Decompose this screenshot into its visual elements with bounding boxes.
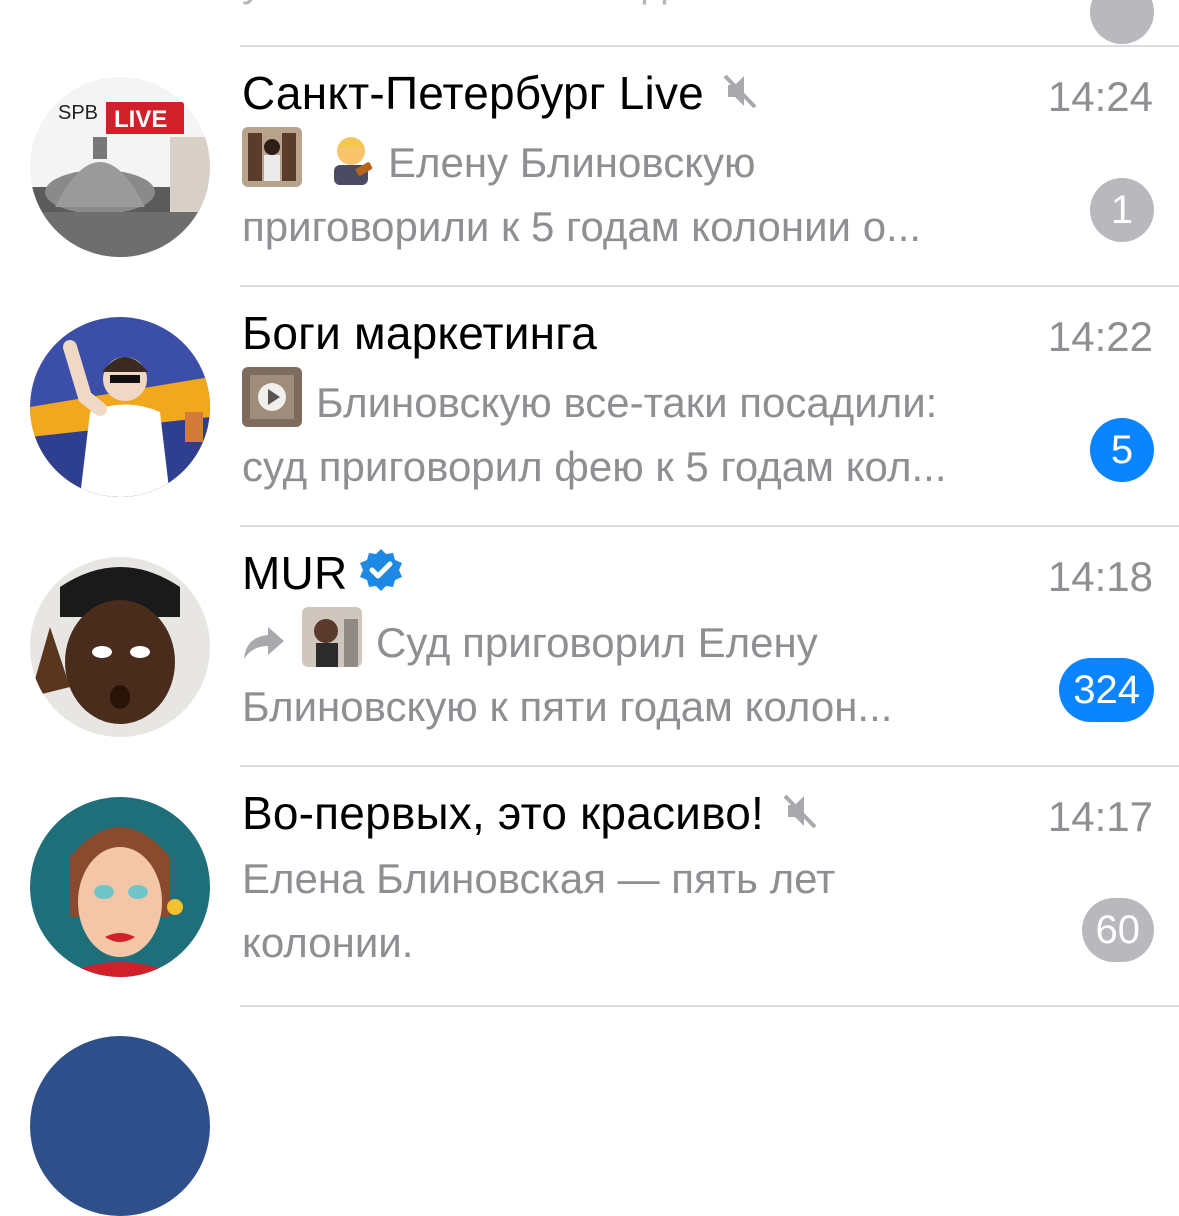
mute-icon <box>782 791 818 836</box>
media-thumbnail-icon <box>242 127 302 187</box>
svg-text:LIVE: LIVE <box>114 106 167 133</box>
judge-emoji-icon <box>326 129 376 185</box>
chat-time: 14:24 <box>1047 73 1153 120</box>
avatar: ge <box>30 557 210 737</box>
separator <box>240 1005 1179 1007</box>
mute-icon <box>722 71 758 116</box>
avatar <box>30 317 210 497</box>
chat-preview: Елену Блиновскую приговорили к 5 годам к… <box>242 127 1072 259</box>
chat-title-line: Санкт-Петербург Live <box>242 63 758 123</box>
unread-badge: 324 <box>1059 658 1154 722</box>
forward-icon <box>242 617 286 659</box>
avatar <box>30 797 210 977</box>
avatar <box>30 1036 210 1216</box>
chat-title: Во-первых, это красиво! <box>242 787 764 839</box>
chat-time: 14:18 <box>1047 553 1153 600</box>
chat-row[interactable]: Боги маркетинга 14:22 Блиновскую все-так… <box>0 287 1179 527</box>
unread-badge: 1 <box>1090 178 1154 242</box>
chat-title-line: MUR <box>242 543 405 603</box>
unread-badge: 5 <box>1090 418 1154 482</box>
chat-row-partial-top[interactable]: ужасно и наказание должно быть... <box>0 0 1179 44</box>
chat-preview: Елена Блиновская — пять лет колонии. <box>242 855 836 966</box>
chat-title: Боги маркетинга <box>242 307 598 359</box>
chat-preview: ужасно и наказание должно быть... <box>242 0 1072 14</box>
chat-row[interactable]: SPB LIVE Санкт-Петербург Live 14:24 Елен… <box>0 47 1179 287</box>
unread-badge: 60 <box>1081 898 1154 962</box>
chat-preview: Блиновскую все-таки посадили: суд пригов… <box>242 367 1072 499</box>
avatar: SPB LIVE <box>30 77 210 257</box>
chat-time: 14:17 <box>1047 793 1153 840</box>
chat-row[interactable]: Во-первых, это красиво! 14:17 Елена Блин… <box>0 767 1179 1007</box>
unread-badge <box>1090 0 1154 44</box>
chat-row[interactable]: ge MUR 14:18 <box>0 527 1179 767</box>
chat-title-line: Во-первых, это красиво! <box>242 783 818 843</box>
chat-title: MUR <box>242 547 348 599</box>
photo-thumbnail-icon <box>302 607 362 667</box>
chat-preview: Суд приговорил Елену Блиновскую к пяти г… <box>242 607 1072 739</box>
chat-title-line: Боги маркетинга <box>242 303 597 363</box>
video-thumbnail-icon <box>242 367 302 427</box>
chat-title: Санкт-Петербург Live <box>242 67 704 119</box>
svg-text:SPB: SPB <box>58 102 98 124</box>
verified-badge-icon <box>357 547 405 600</box>
chat-time: 14:22 <box>1047 313 1153 360</box>
